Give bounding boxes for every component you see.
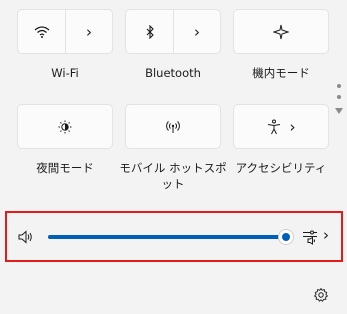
night-light-tile[interactable] [17,104,113,149]
chevron-right-icon: › [194,22,200,41]
pager-down-arrow-icon[interactable] [335,108,343,114]
airplane-mode-tile[interactable] [233,9,329,54]
wifi-toggle-button[interactable] [18,10,66,53]
gear-icon[interactable] [313,287,329,303]
bluetooth-expand-button[interactable]: › [174,10,220,53]
hotspot-icon [165,119,181,135]
volume-slider-fill [48,235,286,239]
mobile-hotspot-tile[interactable] [125,104,221,149]
mobile-hotspot-label: モバイル ホットスポット [119,161,227,191]
volume-slider-thumb[interactable] [278,229,294,245]
speaker-icon[interactable] [17,229,35,245]
night-light-label: 夜間モード [36,161,94,175]
pager-dot-1[interactable] [337,84,341,88]
bluetooth-tile[interactable]: › [125,9,221,54]
audio-output-icon[interactable] [302,229,318,245]
accessibility-icon [267,119,281,135]
airplane-icon [273,24,289,40]
accessibility-label: アクセシビリティ [235,161,327,175]
chevron-right-icon: › [289,117,296,136]
wifi-label: Wi-Fi [51,66,79,80]
wifi-icon [34,25,50,39]
bluetooth-toggle-button[interactable] [126,10,174,53]
volume-slider-thumb-dot [282,233,290,241]
airplane-mode-label: 機内モード [252,66,310,80]
bluetooth-icon [145,24,155,39]
night-light-icon [57,119,73,135]
wifi-expand-button[interactable]: › [66,10,112,53]
volume-slider-track[interactable] [48,235,286,239]
chevron-right-icon: › [86,22,92,41]
audio-output-chevron-icon[interactable]: › [323,226,329,244]
bluetooth-label: Bluetooth [145,66,201,80]
wifi-tile[interactable]: › [17,9,113,54]
pager-dot-2[interactable] [337,95,341,99]
accessibility-tile[interactable]: › [233,104,329,149]
